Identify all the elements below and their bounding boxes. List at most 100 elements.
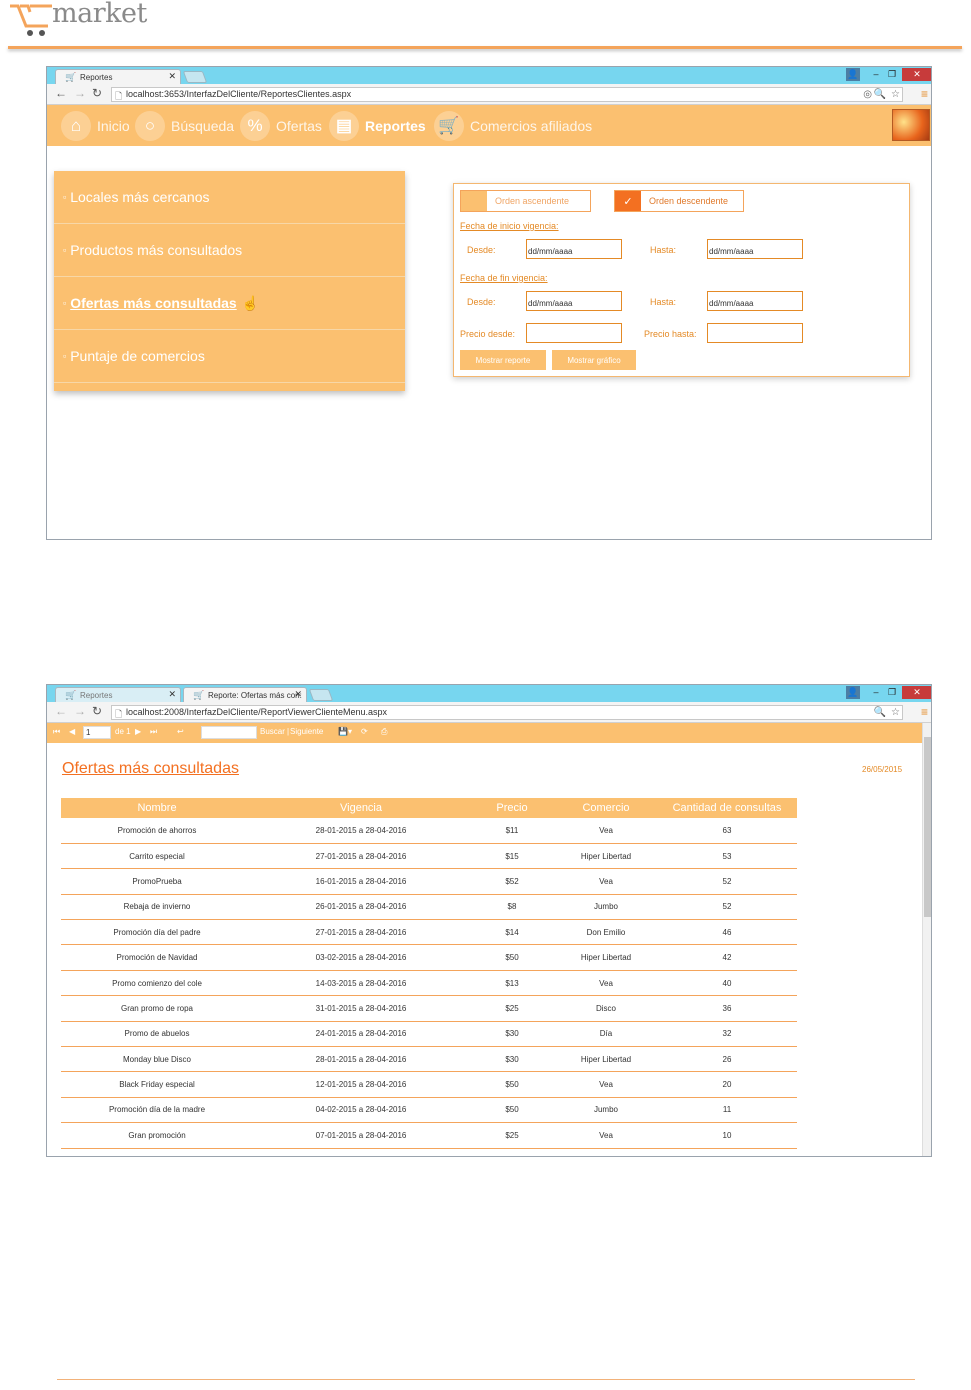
report-item-locales[interactable]: ▫ Locales más cercanos <box>54 171 405 224</box>
tab-reportes[interactable]: 🛒 Reportes ✕ <box>55 687 181 702</box>
close-window-button[interactable]: ✕ <box>902 68 931 81</box>
promo-thumbnail[interactable] <box>892 109 930 141</box>
reload-icon[interactable]: ↻ <box>92 704 102 718</box>
report-item-ofertas[interactable]: ▫ Ofertas más consultadas ☝ <box>54 277 405 330</box>
show-report-button[interactable]: Mostrar reporte <box>460 350 546 370</box>
close-window-button[interactable]: ✕ <box>902 686 931 699</box>
start-validity-heading: Fecha de inicio vigencia: <box>460 221 559 231</box>
start-to-date-input[interactable] <box>707 239 803 259</box>
nav-inicio[interactable]: ⌂ Inicio <box>61 111 130 141</box>
cell-precio: $52 <box>469 868 555 895</box>
table-header-row: Nombre Vigencia Precio Comercio Cantidad… <box>61 798 797 818</box>
checkbox-icon <box>461 191 487 211</box>
show-chart-button[interactable]: Mostrar gráfico <box>552 350 636 370</box>
cell-cantidad: 26 <box>657 1046 797 1073</box>
price-to-label: Precio hasta: <box>644 329 697 339</box>
table-row: Rebaja de invierno 26-01-2015 a 28-04-201… <box>61 894 797 921</box>
next-page-icon[interactable]: ▶ <box>135 727 141 736</box>
next-match-link[interactable]: Siguiente <box>290 727 323 736</box>
price-from-input[interactable] <box>526 323 622 343</box>
cell-precio: $25 <box>469 1122 555 1149</box>
tab-reporte-ofertas[interactable]: 🛒 Reporte: Ofertas más con: ✕ <box>183 687 307 702</box>
close-tab-icon[interactable]: ✕ <box>294 689 302 700</box>
restore-button[interactable]: ❐ <box>885 68 899 81</box>
zoom-icon[interactable]: 🔍 <box>874 89 886 100</box>
close-tab-icon[interactable]: ✕ <box>168 689 176 700</box>
nav-comercios-afiliados[interactable]: 🛒 Comercios afiliados <box>434 111 592 141</box>
report-item-productos[interactable]: ▫ Productos más consultados <box>54 224 405 277</box>
url-field[interactable]: 🗋 localhost:2008/InterfazDelCliente/Repo… <box>111 705 903 720</box>
back-to-parent-icon[interactable]: ↩ <box>177 727 184 736</box>
cell-vigencia: 28-01-2015 a 28-04-2016 <box>253 818 469 844</box>
last-page-icon[interactable]: ⏭ <box>150 727 157 737</box>
refresh-icon[interactable]: ⟳ <box>361 727 368 736</box>
doc-bullet-icon: ▫ <box>63 298 67 308</box>
table-row: Carrito especial 27-01-2015 a 28-04-2016 $… <box>61 843 797 870</box>
order-ascending-toggle[interactable]: Orden ascendente <box>460 190 591 212</box>
cell-precio: $14 <box>469 919 555 946</box>
cell-nombre: Promoción día de la madre <box>61 1097 253 1124</box>
forward-icon[interactable]: → <box>74 704 86 718</box>
minimize-button[interactable]: – <box>869 68 883 81</box>
price-to-input[interactable] <box>707 323 803 343</box>
new-tab-button[interactable] <box>182 71 208 83</box>
order-ascending-label: Orden ascendente <box>495 196 570 206</box>
cell-comercio: Vea <box>555 818 657 844</box>
doc-bullet-icon: ▫ <box>63 351 67 361</box>
start-from-date-input[interactable] <box>526 239 622 259</box>
zoom-icon[interactable]: 🔍 <box>874 707 886 718</box>
end-to-date-input[interactable] <box>707 291 803 311</box>
browser-menu-icon[interactable]: ≡ <box>921 705 928 719</box>
report-menu: ▫ Locales más cercanos ▫ Productos más c… <box>54 171 405 391</box>
new-tab-button[interactable] <box>308 689 334 701</box>
location-icon[interactable]: ◎ <box>863 89 872 100</box>
nav-ofertas[interactable]: % Ofertas <box>240 111 322 141</box>
bookmark-star-icon[interactable]: ☆ <box>891 89 900 100</box>
cell-comercio: Hiper Libertad <box>555 843 657 870</box>
find-link[interactable]: Buscar <box>260 727 285 736</box>
address-bar: ← → ↻ 🗋 localhost:2008/InterfazDelClient… <box>47 702 931 723</box>
order-descending-toggle[interactable]: ✓ Orden descendente <box>614 190 744 212</box>
find-text-input[interactable] <box>201 726 257 739</box>
cell-precio: $50 <box>469 944 555 971</box>
page-number-input[interactable] <box>83 726 111 739</box>
print-icon[interactable]: ⎙ <box>381 727 387 737</box>
cell-comercio: Hiper Libertad <box>555 944 657 971</box>
minimize-button[interactable]: – <box>869 686 883 699</box>
table-row: Monday blue Disco 28-01-2015 a 28-04-2016… <box>61 1046 797 1073</box>
close-tab-icon[interactable]: ✕ <box>168 71 176 82</box>
previous-page-icon[interactable]: ◀ <box>69 727 75 736</box>
nav-reportes[interactable]: ▤ Reportes <box>329 111 426 141</box>
start-to-label: Hasta: <box>650 245 677 255</box>
cell-nombre: Gran promoción <box>61 1122 253 1149</box>
url-field[interactable]: 🗋 localhost:3653/InterfazDelCliente/Repo… <box>111 87 903 102</box>
order-descending-label: Orden descendente <box>649 196 729 206</box>
restore-button[interactable]: ❐ <box>885 686 899 699</box>
nav-busqueda[interactable]: ○ Búsqueda <box>135 111 234 141</box>
bookmark-star-icon[interactable]: ☆ <box>891 707 900 718</box>
table-row: Promo comienzo del cole 14-03-2015 a 28-0… <box>61 970 797 997</box>
forward-icon[interactable]: → <box>74 86 86 100</box>
tab-reportes[interactable]: 🛒 Reportes ✕ <box>55 69 181 84</box>
end-from-date-input[interactable] <box>526 291 622 311</box>
back-icon[interactable]: ← <box>55 86 67 100</box>
cell-comercio: Vea <box>555 868 657 895</box>
end-validity-heading: Fecha de fin vigencia: <box>460 273 548 283</box>
cell-comercio: Vea <box>555 970 657 997</box>
vertical-scrollbar[interactable] <box>922 723 931 1156</box>
reload-icon[interactable]: ↻ <box>92 86 102 100</box>
first-page-icon[interactable]: ⏮ <box>53 727 60 737</box>
user-icon[interactable]: 👤 <box>846 686 860 699</box>
export-icon[interactable]: 💾▾ <box>338 727 352 736</box>
user-icon[interactable]: 👤 <box>846 68 860 81</box>
report-table: Nombre Vigencia Precio Comercio Cantidad… <box>61 798 797 1149</box>
cell-nombre: Promoción de Navidad <box>61 944 253 971</box>
back-icon[interactable]: ← <box>55 704 67 718</box>
cell-nombre: Promo comienzo del cole <box>61 970 253 997</box>
cell-precio: $30 <box>469 1046 555 1073</box>
cell-vigencia: 04-02-2015 a 28-04-2016 <box>253 1097 469 1124</box>
report-item-puntaje[interactable]: ▫ Puntaje de comercios <box>54 330 405 383</box>
browser-menu-icon[interactable]: ≡ <box>921 87 928 101</box>
cell-cantidad: 40 <box>657 970 797 997</box>
scrollbar-thumb[interactable] <box>924 737 931 917</box>
